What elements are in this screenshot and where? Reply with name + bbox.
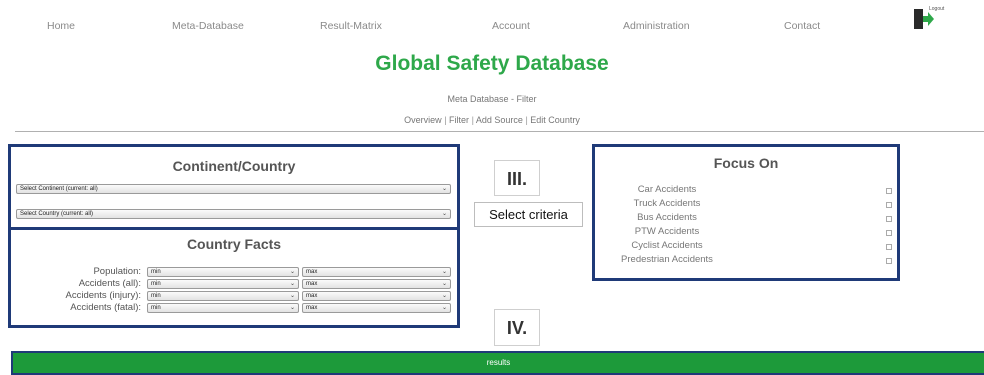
- nav-account[interactable]: Account: [492, 20, 530, 32]
- accidents-all-max-select[interactable]: max ⌄: [302, 279, 451, 289]
- chevron-down-icon: ⌄: [289, 293, 295, 299]
- chevron-down-icon: ⌄: [441, 305, 447, 311]
- focus-label-cyclist: Cyclist Accidents: [631, 240, 703, 251]
- bus-accidents-checkbox[interactable]: [886, 216, 892, 222]
- country-select-value: Select Country (current: all): [20, 211, 94, 217]
- accidents-all-min-select[interactable]: min ⌄: [147, 279, 299, 289]
- subnav-overview[interactable]: Overview: [404, 115, 442, 125]
- nav-home[interactable]: Home: [47, 20, 75, 32]
- divider: [15, 131, 984, 132]
- nav-result-matrix[interactable]: Result-Matrix: [320, 20, 382, 32]
- focus-label-pedestrian: Predestrian Accidents: [621, 254, 713, 265]
- select-criteria-button[interactable]: Select criteria: [474, 202, 583, 227]
- select-value: min: [151, 269, 161, 275]
- top-nav: Home Meta-Database Result-Matrix Account…: [0, 0, 984, 52]
- chevron-down-icon: ⌄: [441, 293, 447, 299]
- country-facts-panel: Country Facts Population: min ⌄ max ⌄ Acci…: [8, 227, 460, 328]
- population-min-select[interactable]: min ⌄: [147, 267, 299, 277]
- select-value: max: [306, 305, 318, 311]
- select-value: max: [306, 269, 318, 275]
- logout-label: Logout: [929, 6, 945, 12]
- chevron-down-icon: ⌄: [441, 269, 447, 275]
- step-three-label: III.: [494, 160, 540, 196]
- chevron-down-icon: ⌄: [441, 211, 447, 217]
- pedestrian-accidents-checkbox[interactable]: [886, 258, 892, 264]
- chevron-down-icon: ⌄: [441, 186, 447, 192]
- fact-label-accidents-fatal: Accidents (fatal):: [70, 302, 141, 313]
- continent-country-panel: Continent/Country Select Continent (curr…: [8, 144, 460, 230]
- chevron-down-icon: ⌄: [289, 281, 295, 287]
- subnav-add-source[interactable]: Add Source: [476, 115, 523, 125]
- select-value: min: [151, 293, 161, 299]
- subnav-filter[interactable]: Filter: [449, 115, 469, 125]
- focus-label-ptw: PTW Accidents: [634, 226, 700, 237]
- population-max-select[interactable]: max ⌄: [302, 267, 451, 277]
- country-select[interactable]: Select Country (current: all) ⌄: [16, 209, 451, 219]
- fact-label-accidents-injury: Accidents (injury):: [65, 290, 142, 301]
- page-subtitle: Meta Database - Filter: [447, 94, 537, 104]
- accidents-fatal-max-select[interactable]: max ⌄: [302, 303, 451, 313]
- continent-select-value: Select Continent (current: all): [20, 186, 98, 192]
- fact-label-population: Population:: [93, 266, 141, 277]
- chevron-down-icon: ⌄: [289, 269, 295, 275]
- nav-contact[interactable]: Contact: [784, 20, 820, 32]
- logout-button[interactable]: Logout: [912, 6, 952, 35]
- ptw-accidents-checkbox[interactable]: [886, 230, 892, 236]
- car-accidents-checkbox[interactable]: [886, 188, 892, 194]
- accidents-injury-max-select[interactable]: max ⌄: [302, 291, 451, 301]
- chevron-down-icon: ⌄: [441, 281, 447, 287]
- focus-label-car: Car Accidents: [637, 184, 697, 195]
- chevron-down-icon: ⌄: [289, 305, 295, 311]
- focus-on-title: Focus On: [713, 155, 779, 171]
- country-facts-title: Country Facts: [186, 236, 282, 252]
- continent-country-title: Continent/Country: [172, 158, 296, 174]
- fact-label-accidents-all: Accidents (all):: [78, 278, 141, 289]
- focus-label-bus: Bus Accidents: [637, 212, 697, 223]
- accidents-fatal-min-select[interactable]: min ⌄: [147, 303, 299, 313]
- select-value: max: [306, 293, 318, 299]
- nav-meta-database[interactable]: Meta-Database: [172, 20, 244, 32]
- continent-select[interactable]: Select Continent (current: all) ⌄: [16, 184, 451, 194]
- select-value: min: [151, 305, 161, 311]
- truck-accidents-checkbox[interactable]: [886, 202, 892, 208]
- focus-label-truck: Truck Accidents: [633, 198, 701, 209]
- page-title: Global Safety Database: [375, 52, 609, 75]
- step-four-label: IV.: [494, 309, 540, 346]
- results-bar[interactable]: results: [11, 351, 984, 375]
- nav-administration[interactable]: Administration: [623, 20, 690, 32]
- cyclist-accidents-checkbox[interactable]: [886, 244, 892, 250]
- select-value: min: [151, 281, 161, 287]
- select-value: max: [306, 281, 318, 287]
- sub-navigation: Overview | Filter | Add Source | Edit Co…: [0, 115, 984, 125]
- subnav-edit-country[interactable]: Edit Country: [530, 115, 580, 125]
- accidents-injury-min-select[interactable]: min ⌄: [147, 291, 299, 301]
